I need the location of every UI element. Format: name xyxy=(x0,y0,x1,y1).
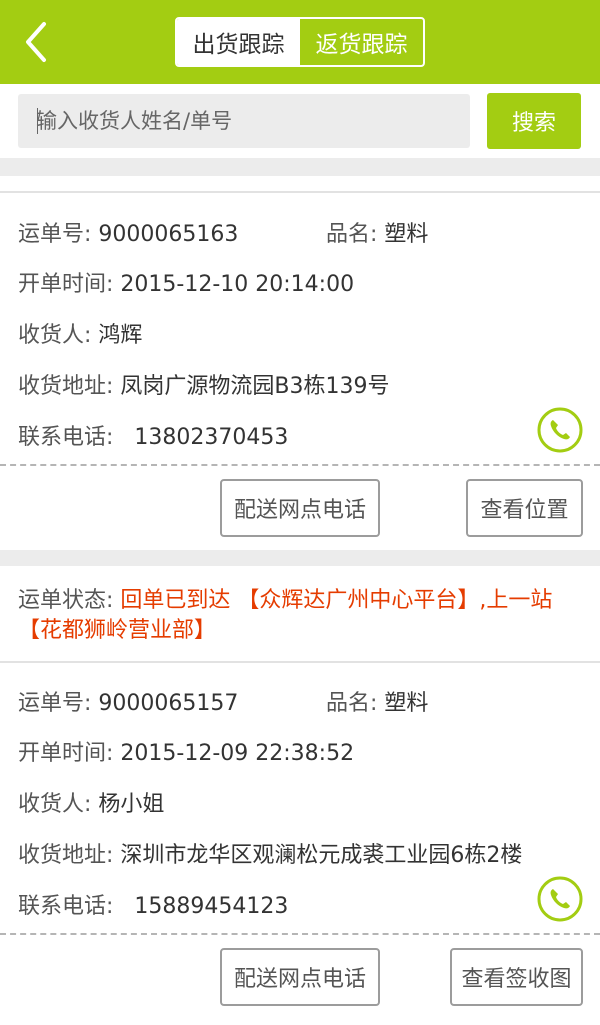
order-card: 运单号: 9000065163 品名: 塑料 开单时间: 2015-12-10 … xyxy=(0,176,600,550)
consignee: 收货人: 杨小姐 xyxy=(18,792,165,817)
divider xyxy=(0,933,600,935)
chevron-left-icon xyxy=(26,22,46,62)
search-input[interactable] xyxy=(18,94,470,148)
waybill-number: 运单号: 9000065163 xyxy=(18,222,239,247)
call-button[interactable] xyxy=(537,876,583,922)
divider xyxy=(0,191,600,193)
tracking-tabs: 出货跟踪 返货跟踪 xyxy=(175,17,425,67)
product-name: 品名: 塑料 xyxy=(326,691,429,716)
text-caret xyxy=(37,108,38,134)
phone-icon xyxy=(537,407,583,453)
waybill-number: 运单号: 9000065157 xyxy=(18,691,239,716)
consignee: 收货人: 鸿辉 xyxy=(18,323,143,348)
divider xyxy=(0,464,600,466)
waybill-status: 运单状态: 回单已到达 【众辉达广州中心平台】,上一站【花都狮岭营业部】 xyxy=(18,588,553,643)
tab-outbound-tracking[interactable]: 出货跟踪 xyxy=(177,19,300,65)
tab-return-tracking[interactable]: 返货跟踪 xyxy=(300,19,423,65)
view-location-button[interactable]: 查看位置 xyxy=(466,479,583,537)
phone-icon xyxy=(537,876,583,922)
back-button[interactable] xyxy=(18,20,58,64)
order-card: 运单状态: 回单已到达 【众辉达广州中心平台】,上一站【花都狮岭营业部】 运单号… xyxy=(0,566,600,1025)
contact-phone: 联系电话: 13802370453 xyxy=(18,425,289,450)
open-time: 开单时间: 2015-12-10 20:14:00 xyxy=(18,272,355,297)
top-bar: 出货跟踪 返货跟踪 xyxy=(0,0,600,84)
call-button[interactable] xyxy=(537,407,583,453)
contact-phone: 联系电话: 15889454123 xyxy=(18,894,289,919)
product-name: 品名: 塑料 xyxy=(326,222,429,247)
delivery-outlet-phone-button[interactable]: 配送网点电话 xyxy=(220,948,380,1006)
divider xyxy=(0,661,600,663)
search-button[interactable]: 搜索 xyxy=(487,93,581,149)
search-bar: 搜索 xyxy=(0,84,600,158)
delivery-address: 收货地址: 凤岗广源物流园B3栋139号 xyxy=(18,374,390,399)
open-time: 开单时间: 2015-12-09 22:38:52 xyxy=(18,741,355,766)
view-signature-image-button[interactable]: 查看签收图 xyxy=(450,948,583,1006)
delivery-outlet-phone-button[interactable]: 配送网点电话 xyxy=(220,479,380,537)
delivery-address: 收货地址: 深圳市龙华区观澜松元成裘工业园6栋2楼 xyxy=(18,843,523,868)
